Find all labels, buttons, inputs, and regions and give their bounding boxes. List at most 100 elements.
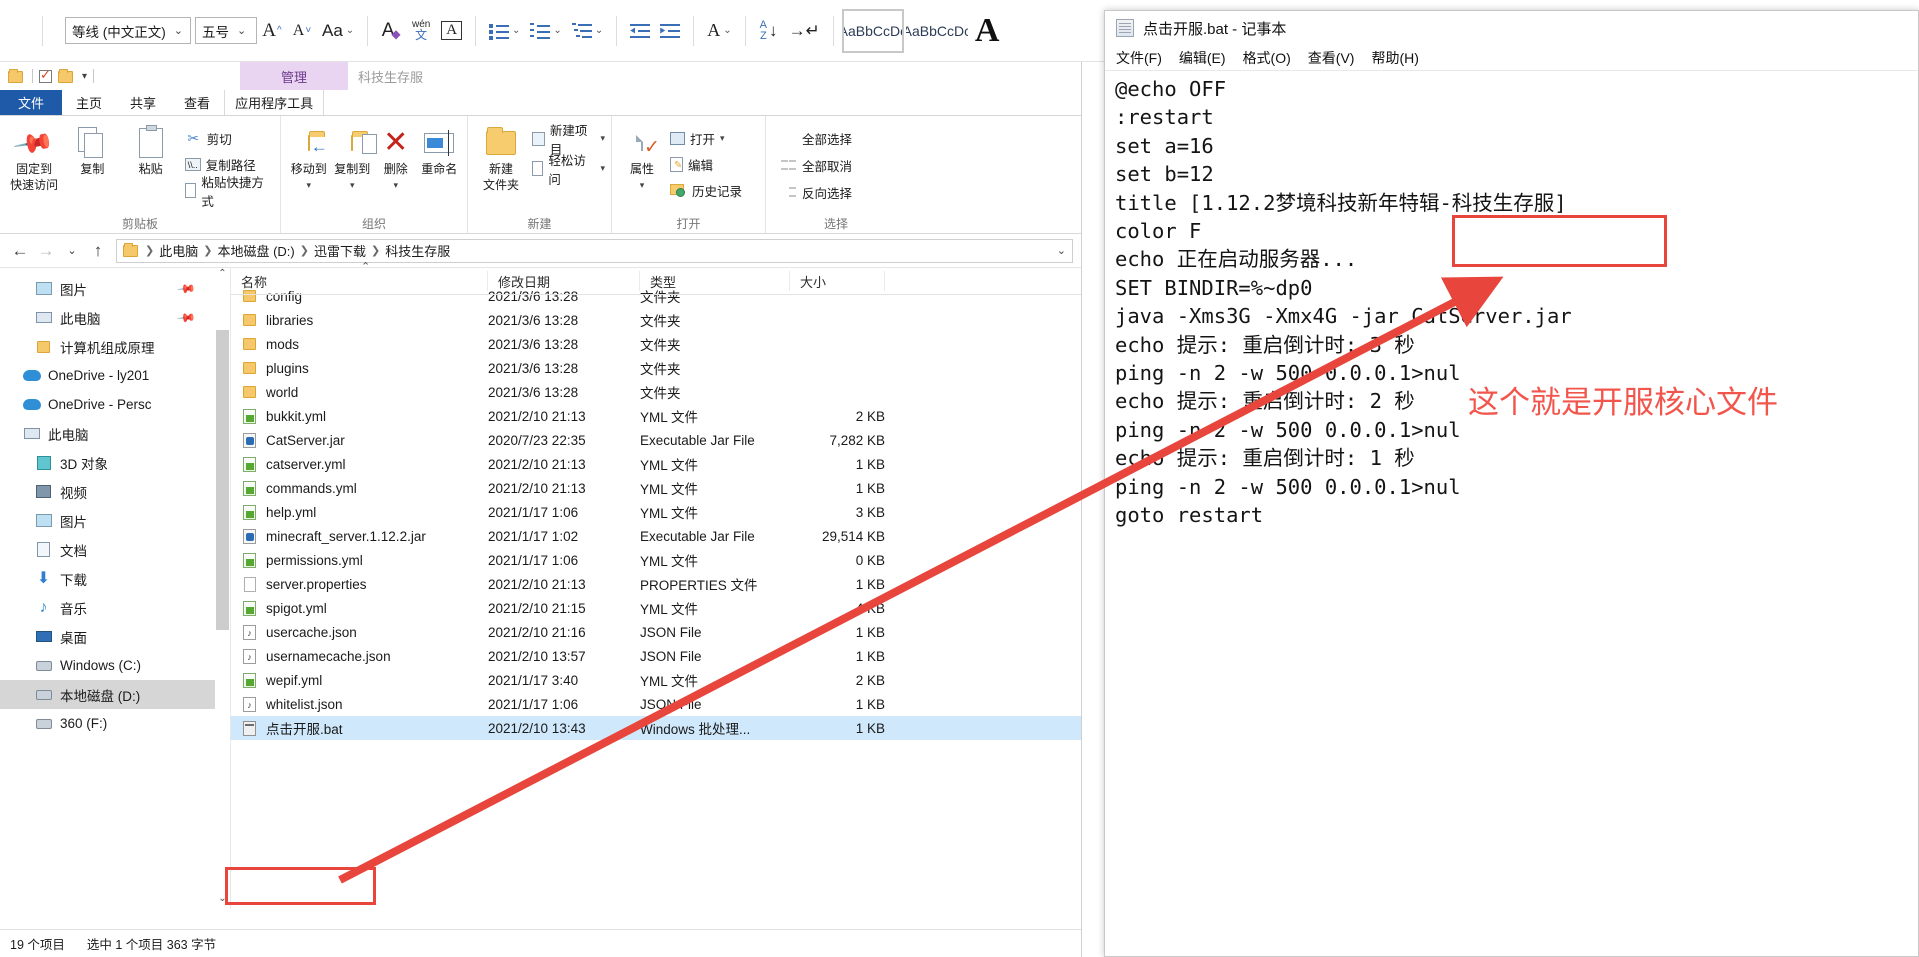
table-row[interactable]: catserver.yml 2021/2/10 21:13 YML 文件 1 KB: [231, 452, 1081, 476]
back-button[interactable]: ←: [8, 239, 32, 263]
table-row[interactable]: help.yml 2021/1/17 1:06 YML 文件 3 KB: [231, 500, 1081, 524]
font-name-combo[interactable]: 等线 (中文正文) ⌄: [65, 17, 191, 44]
table-row[interactable]: 点击开服.bat 2021/2/10 13:43 Windows 批处理... 1 K…: [231, 716, 1081, 740]
table-row[interactable]: bukkit.yml 2021/2/10 21:13 YML 文件 2 KB: [231, 404, 1081, 428]
nav-item-windows-c-[interactable]: Windows (C:): [0, 651, 230, 680]
scroll-up-icon[interactable]: ⌃: [215, 268, 230, 284]
table-row[interactable]: libraries 2021/3/6 13:28 文件夹: [231, 308, 1081, 332]
nav-item-图片[interactable]: 图片: [0, 506, 230, 535]
style-gallery-item-1[interactable]: AaBbCcDc: [841, 8, 904, 53]
chevron-down-icon[interactable]: ▾: [350, 178, 355, 192]
menu-file[interactable]: 文件(F): [1116, 48, 1162, 68]
chevron-down-icon[interactable]: ▾: [600, 163, 605, 174]
paste-button[interactable]: 粘贴: [123, 122, 179, 176]
table-row[interactable]: ♪ usernamecache.json 2021/2/10 13:57 JSON F…: [231, 644, 1081, 668]
table-row[interactable]: ♪ usercache.json 2021/2/10 21:16 JSON File 1…: [231, 620, 1081, 644]
properties-button[interactable]: ✓ 属性 ▾: [618, 122, 666, 192]
table-row[interactable]: world 2021/3/6 13:28 文件夹: [231, 380, 1081, 404]
style-gallery-item-2[interactable]: AaBbCcDc: [905, 8, 968, 53]
multilevel-list-button[interactable]: ⌄: [567, 14, 608, 48]
delete-button[interactable]: ✕ 删除 ▾: [374, 122, 418, 192]
invert-selection-button[interactable]: 反向选择: [780, 182, 852, 203]
recent-locations-button[interactable]: ⌄: [60, 239, 84, 263]
history-button[interactable]: 历史记录: [670, 180, 742, 201]
tab-view[interactable]: 查看: [170, 89, 225, 115]
bullets-button[interactable]: ⌄: [484, 14, 525, 48]
table-row[interactable]: plugins 2021/3/6 13:28 文件夹: [231, 356, 1081, 380]
cut-button[interactable]: ✂ 剪切: [185, 128, 274, 149]
customize-chevron-icon[interactable]: ▾: [82, 71, 87, 82]
font-size-combo[interactable]: 五号 ⌄: [195, 17, 257, 44]
nav-item-360-f-[interactable]: 360 (F:): [0, 709, 230, 738]
table-row[interactable]: minecraft_server.1.12.2.jar 2021/1/17 1:0…: [231, 524, 1081, 548]
menu-help[interactable]: 帮助(H): [1371, 48, 1418, 68]
table-row[interactable]: commands.yml 2021/2/10 21:13 YML 文件 1 KB: [231, 476, 1081, 500]
grow-font-button[interactable]: A ^: [257, 14, 287, 48]
style-gallery-item-3[interactable]: A: [970, 12, 1005, 49]
table-row[interactable]: ♪ whitelist.json 2021/1/17 1:06 JSON File 1 …: [231, 692, 1081, 716]
chevron-down-icon[interactable]: ▾: [720, 133, 725, 144]
notepad-title-bar[interactable]: 点击开服.bat - 记事本: [1105, 11, 1918, 45]
column-header-type[interactable]: 类型: [640, 271, 790, 291]
move-to-button[interactable]: ← 移动到 ▾: [287, 122, 331, 192]
numbering-button[interactable]: ⌄: [525, 14, 566, 48]
shrink-font-button[interactable]: A ˅: [287, 14, 317, 48]
chevron-down-icon[interactable]: ▾: [600, 133, 605, 144]
increase-indent-button[interactable]: [655, 14, 685, 48]
breadcrumb-item-xunlei-download[interactable]: 迅雷下载: [314, 241, 366, 260]
chevron-down-icon[interactable]: ▾: [393, 178, 398, 192]
notepad-text-area[interactable]: @echo OFF :restart set a=16 set b=12 tit…: [1105, 71, 1918, 530]
table-row[interactable]: permissions.yml 2021/1/17 1:06 YML 文件 0 KB: [231, 548, 1081, 572]
nav-item-图片[interactable]: 图片 📌: [0, 274, 230, 303]
folder-icon[interactable]: [8, 67, 26, 85]
forward-button[interactable]: →: [34, 239, 58, 263]
change-case-button[interactable]: Aa ⌄: [317, 14, 359, 48]
new-item-button[interactable]: 新建项目 ▾: [531, 124, 605, 157]
select-all-button[interactable]: 全部选择: [780, 128, 852, 149]
breadcrumb-item-this-pc[interactable]: 此电脑: [159, 241, 198, 260]
clear-formatting-button[interactable]: A ◆: [376, 14, 406, 48]
scrollbar-thumb[interactable]: [216, 330, 229, 630]
phonetic-guide-button[interactable]: wén 文: [406, 14, 436, 48]
breadcrumb-item-local-disk-d[interactable]: 本地磁盘 (D:): [217, 241, 294, 260]
decrease-indent-button[interactable]: [625, 14, 655, 48]
nav-item-音乐[interactable]: ♪ 音乐: [0, 593, 230, 622]
open-button[interactable]: 打开 ▾: [670, 128, 742, 149]
tab-file[interactable]: 文件: [0, 89, 63, 115]
pin-icon[interactable]: 📌: [176, 307, 196, 327]
nav-item-此电脑[interactable]: 此电脑 📌: [0, 303, 230, 332]
nav-scrollbar[interactable]: ⌃ ⌄: [215, 268, 230, 909]
properties-check-icon[interactable]: [39, 67, 52, 83]
column-header-date[interactable]: 修改日期: [488, 271, 640, 291]
table-row[interactable]: server.properties 2021/2/10 21:13 PROPERTI…: [231, 572, 1081, 596]
table-row[interactable]: spigot.yml 2021/2/10 21:15 YML 文件 4 KB: [231, 596, 1081, 620]
nav-item-桌面[interactable]: 桌面: [0, 622, 230, 651]
nav-item-视频[interactable]: 视频: [0, 477, 230, 506]
column-header-name[interactable]: 名称: [231, 271, 488, 291]
new-folder-icon[interactable]: [58, 67, 76, 85]
nav-item-本地磁盘-d-[interactable]: 本地磁盘 (D:): [0, 680, 230, 709]
paste-shortcut-button[interactable]: 粘贴快捷方式: [184, 176, 274, 209]
new-folder-button[interactable]: 新建 文件夹: [474, 122, 528, 192]
select-none-button[interactable]: 全部取消: [780, 155, 852, 176]
edit-button[interactable]: ✎ 编辑: [670, 154, 742, 175]
table-row[interactable]: mods 2021/3/6 13:28 文件夹: [231, 332, 1081, 356]
menu-view[interactable]: 查看(V): [1308, 48, 1355, 68]
chevron-down-icon[interactable]: ▾: [640, 178, 645, 192]
sort-button[interactable]: AZ ↓: [754, 14, 784, 48]
pin-to-quick-access-button[interactable]: 📌 固定到 快速访问: [6, 121, 62, 192]
table-row[interactable]: CatServer.jar 2020/7/23 22:35 Executable J…: [231, 428, 1081, 452]
address-dropdown-icon[interactable]: ⌄: [1057, 244, 1066, 257]
tab-application-tools[interactable]: 应用程序工具: [224, 89, 325, 115]
copy-button[interactable]: 复制: [64, 122, 120, 176]
table-row[interactable]: wepif.yml 2021/1/17 3:40 YML 文件 2 KB: [231, 668, 1081, 692]
nav-item-onedrive-persc[interactable]: OneDrive - Persc: [0, 390, 230, 419]
context-tab-management[interactable]: 管理: [240, 62, 348, 90]
tab-home[interactable]: 主页: [62, 89, 117, 115]
nav-item-文档[interactable]: 文档: [0, 535, 230, 564]
breadcrumb[interactable]: ❯ 此电脑 ❯ 本地磁盘 (D:) ❯ 迅雷下载 ❯ 科技生存服 ⌄: [116, 238, 1073, 263]
nav-item-此电脑[interactable]: 此电脑: [0, 419, 230, 448]
nav-item-计算机组成原理[interactable]: 计算机组成原理: [0, 332, 230, 361]
up-button[interactable]: ↑: [86, 239, 110, 263]
character-border-button[interactable]: A: [436, 14, 467, 48]
